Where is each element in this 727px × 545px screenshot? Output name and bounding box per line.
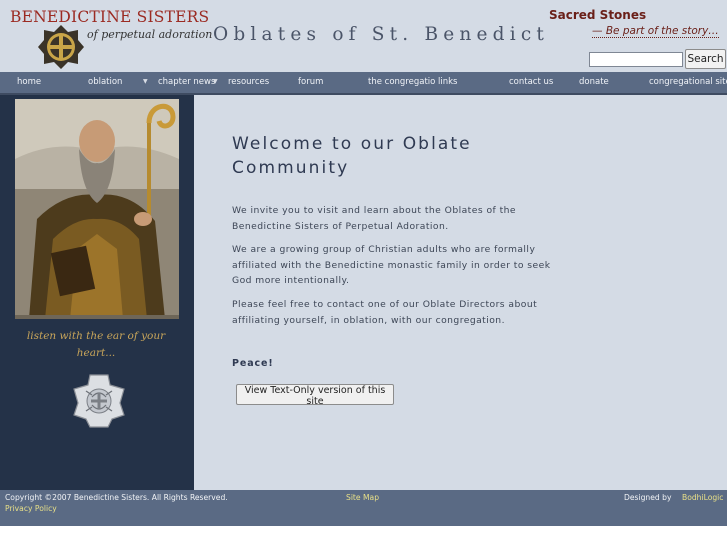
copyright-text: Copyright ©2007 Benedictine Sisters. All… (5, 493, 228, 502)
privacy-policy-link[interactable]: Privacy Policy (5, 504, 57, 513)
nav-item-congregation[interactable]: the congregation (368, 72, 436, 93)
site-map-link[interactable]: Site Map (346, 493, 379, 502)
designer-link[interactable]: BodhiLogic (682, 493, 723, 502)
nav-item-links[interactable]: links (438, 72, 457, 93)
sidebar: listen with the ear of your heart... (0, 95, 194, 490)
nav-item-donate[interactable]: donate (579, 72, 609, 93)
promo-title[interactable]: Sacred Stones (549, 8, 646, 22)
page-title: Welcome to our Oblate Community (232, 134, 472, 178)
saint-benedict-image (15, 99, 179, 319)
site-header: BENEDICTINE SISTERS of perpetual adorati… (0, 0, 727, 72)
text-only-version-button[interactable]: View Text-Only version of this site (236, 384, 394, 407)
site-footer: Copyright ©2007 Benedictine Sisters. All… (0, 490, 727, 526)
nav-item-oblation[interactable]: oblation (88, 72, 122, 93)
intro-paragraph-3: Please feel free to contact one of our O… (232, 299, 538, 326)
chevron-down-icon[interactable]: ▼ (143, 72, 148, 93)
intro-paragraph-1: We invite you to visit and learn about t… (232, 205, 516, 232)
motto-text: listen with the ear of your heart... (26, 330, 166, 359)
nav-item-chapter-news[interactable]: chapter news (158, 72, 215, 93)
nav-item-congregational-site[interactable]: congregational site (649, 72, 727, 93)
nav-item-home[interactable]: home (17, 72, 41, 93)
logo-subtitle: of perpetual adoration (87, 28, 213, 41)
chevron-down-icon[interactable]: ▼ (213, 72, 218, 93)
nav-item-contact-us[interactable]: contact us (509, 72, 553, 93)
intro-paragraph-2: We are a growing group of Christian adul… (232, 244, 551, 286)
site-title: Oblates of St. Benedict (213, 24, 550, 45)
main-nav: home oblation ▼ chapter news ▼ resources… (0, 72, 727, 95)
nav-item-resources[interactable]: resources (228, 72, 269, 93)
designed-by-label: Designed by (624, 493, 672, 502)
nav-item-forum[interactable]: forum (298, 72, 323, 93)
cross-medal-icon (73, 374, 125, 428)
search-input[interactable] (589, 52, 683, 67)
closing-text: Peace! (232, 358, 274, 369)
main-content: Welcome to our Oblate Community We invit… (194, 95, 727, 490)
search-button[interactable]: Search (685, 49, 726, 69)
promo-link[interactable]: — Be part of the story… (592, 25, 719, 38)
medal-logo-icon[interactable] (37, 24, 85, 70)
